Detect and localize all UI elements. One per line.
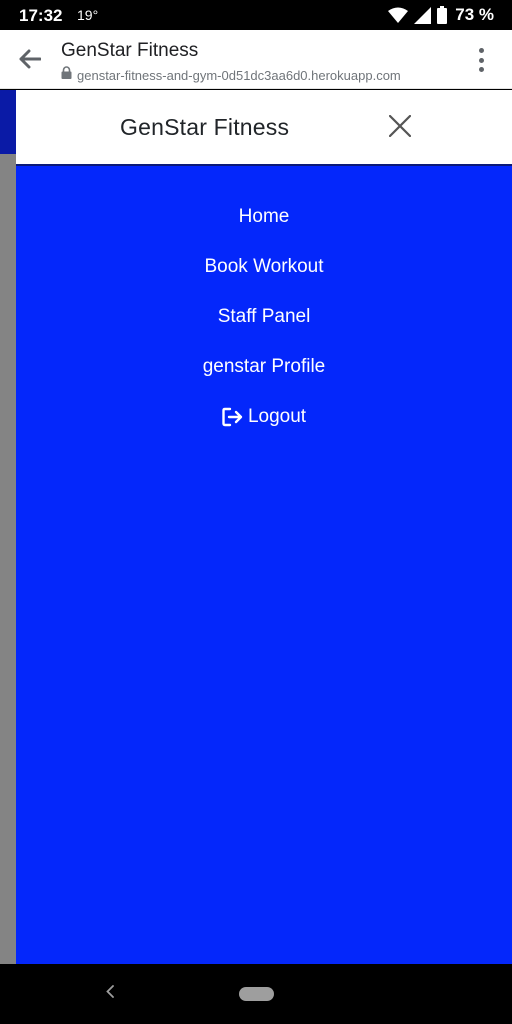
system-nav-bar [0, 964, 512, 1024]
close-button[interactable] [386, 114, 414, 142]
wifi-icon [388, 7, 409, 23]
nav-label: genstar Profile [202, 356, 326, 377]
nav-label: Staff Panel [217, 306, 311, 327]
staff-panel-link[interactable]: Staff Panel [218, 306, 311, 328]
nav-item-staff-panel: Staff Panel [16, 292, 512, 342]
page-behind-navbar [0, 90, 16, 154]
system-back-button[interactable] [103, 985, 117, 1003]
back-arrow-icon [19, 49, 42, 74]
signal-icon [414, 6, 432, 24]
book-workout-link[interactable]: Book Workout [205, 256, 324, 278]
nav-label: Logout [247, 406, 307, 427]
battery-icon [437, 6, 448, 24]
drawer-header: GenStar Fitness [16, 90, 512, 166]
nav-item-profile: genstar Profile [16, 342, 512, 392]
nav-label: Home [238, 206, 290, 227]
status-bar: 17:32 19° 73 % [0, 0, 512, 30]
browser-page-title: GenStar Fitness [61, 40, 199, 61]
logout-icon [222, 407, 244, 427]
nav-item-logout: Logout [16, 392, 512, 442]
more-options-button[interactable] [472, 48, 490, 72]
nav-label: Book Workout [204, 256, 324, 277]
page-behind-overlay[interactable] [0, 90, 16, 964]
back-button[interactable] [16, 47, 44, 75]
status-temperature: 19° [77, 7, 99, 23]
browser-toolbar: GenStar Fitness genstar-fitness-and-gym-… [0, 30, 512, 89]
nav-item-book-workout: Book Workout [16, 242, 512, 292]
nav-drawer: GenStar Fitness Home Book Workout Staff … [16, 90, 512, 964]
more-vert-icon [478, 48, 484, 53]
nav-menu: Home Book Workout Staff Panel genstar Pr… [16, 192, 512, 442]
close-icon [388, 114, 412, 142]
status-time: 17:32 [19, 6, 63, 25]
system-home-button[interactable] [239, 987, 274, 1001]
status-icons: 73 % [388, 5, 494, 25]
url-bar[interactable]: genstar-fitness-and-gym-0d51dc3aa6d0.her… [61, 66, 401, 84]
profile-link[interactable]: genstar Profile [203, 356, 326, 378]
url-text: genstar-fitness-and-gym-0d51dc3aa6d0.her… [77, 67, 401, 83]
nav-item-home: Home [16, 192, 512, 242]
battery-percent: 73 % [455, 5, 494, 24]
logout-link[interactable]: Logout [222, 406, 306, 428]
lock-icon [61, 66, 72, 84]
drawer-title: GenStar Fitness [120, 114, 290, 140]
chevron-left-icon [106, 985, 114, 1003]
home-link[interactable]: Home [239, 206, 290, 228]
